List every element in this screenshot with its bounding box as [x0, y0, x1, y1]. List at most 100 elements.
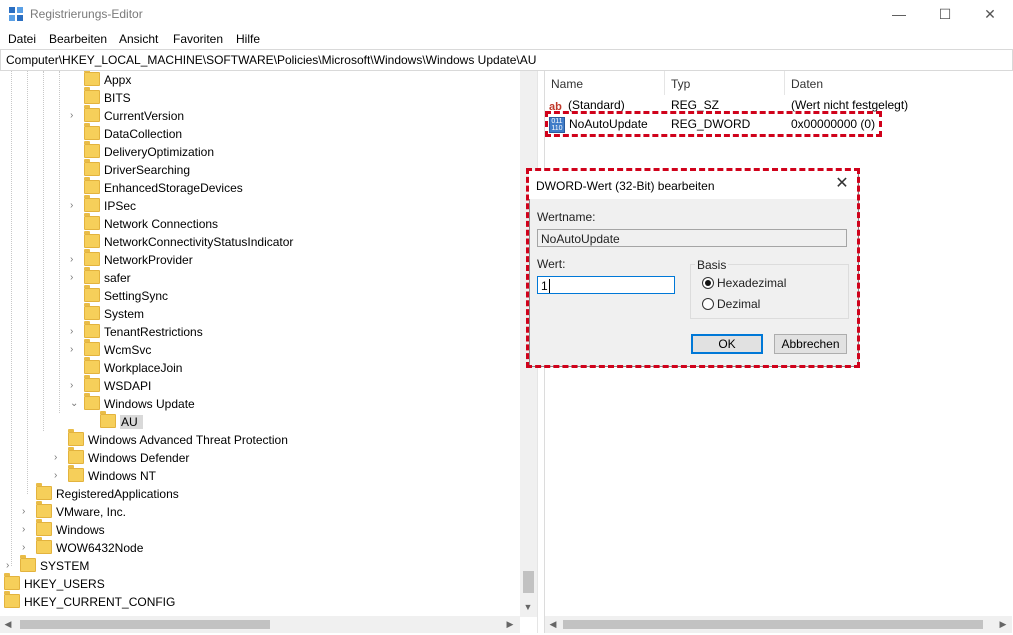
- chevron-right-icon[interactable]: ›: [70, 377, 73, 395]
- folder-icon: [84, 87, 100, 104]
- chevron-right-icon[interactable]: ›: [70, 341, 73, 359]
- tree-item-ipsec[interactable]: › IPSec: [70, 195, 136, 215]
- folder-icon: [84, 321, 100, 338]
- scroll-down-arrow-icon[interactable]: ▼: [520, 599, 536, 615]
- menu-datei[interactable]: Datei: [8, 32, 36, 46]
- menu-hilfe[interactable]: Hilfe: [236, 32, 260, 46]
- column-separator[interactable]: [784, 71, 785, 95]
- tree-guide: [43, 71, 44, 431]
- menu-ansicht[interactable]: Ansicht: [119, 32, 158, 46]
- tree-item-windows-defender[interactable]: › Windows Defender: [54, 447, 189, 467]
- window-title: Registrierungs-Editor: [30, 7, 143, 21]
- folder-icon: [84, 141, 100, 158]
- tree-item-label: NetworkProvider: [104, 253, 193, 267]
- folder-icon: [84, 285, 100, 302]
- tree-item-label: WSDAPI: [104, 379, 152, 393]
- tree-item-label: Windows Update: [104, 397, 195, 411]
- chevron-right-icon[interactable]: ›: [70, 197, 73, 215]
- folder-icon: [84, 159, 100, 176]
- scrollbar-thumb[interactable]: [563, 620, 983, 629]
- value-type: REG_SZ: [671, 98, 720, 112]
- tree-item-label: Windows Advanced Threat Protection: [88, 433, 288, 447]
- scroll-left-arrow-icon[interactable]: ◀: [545, 616, 561, 632]
- column-header-name[interactable]: Name: [551, 77, 583, 91]
- chevron-right-icon[interactable]: ›: [70, 269, 73, 287]
- column-separator[interactable]: [664, 71, 665, 95]
- chevron-right-icon[interactable]: ›: [54, 467, 57, 485]
- tree-item-networkconnectivitystatusindicator[interactable]: NetworkConnectivityStatusIndicator: [70, 231, 294, 251]
- chevron-right-icon[interactable]: ›: [70, 107, 73, 125]
- tree-item-tenantrestrictions[interactable]: › TenantRestrictions: [70, 321, 203, 341]
- tree-item-label: NetworkConnectivityStatusIndicator: [104, 235, 294, 249]
- tree-item-enhancedstoragedevices[interactable]: EnhancedStorageDevices: [70, 177, 243, 197]
- scrollbar-thumb[interactable]: [523, 571, 534, 593]
- folder-icon: [36, 501, 52, 518]
- scroll-right-arrow-icon[interactable]: ▶: [995, 616, 1011, 632]
- folder-icon: [84, 177, 100, 194]
- chevron-right-icon[interactable]: ›: [70, 251, 73, 269]
- chevron-right-icon[interactable]: ›: [70, 323, 73, 341]
- close-window-button[interactable]: ✕: [967, 0, 1013, 28]
- value-data: (Wert nicht festgelegt): [791, 98, 909, 112]
- tree-item-label: DriverSearching: [104, 163, 191, 177]
- folder-icon: [4, 573, 20, 590]
- tree-item-label: Windows: [56, 523, 105, 537]
- tree-item-au[interactable]: AU: [100, 411, 143, 431]
- tree-item-label: TenantRestrictions: [104, 325, 203, 339]
- scrollbar-thumb[interactable]: [20, 620, 270, 629]
- chevron-right-icon[interactable]: ›: [22, 521, 25, 539]
- column-header-type[interactable]: Typ: [671, 77, 690, 91]
- folder-icon: [84, 267, 100, 284]
- tree-item-label: DeliveryOptimization: [104, 145, 215, 159]
- tree-item-windows[interactable]: › Windows: [22, 519, 105, 539]
- chevron-down-icon[interactable]: ⌄: [70, 395, 78, 413]
- tree-item-wow6432node[interactable]: › WOW6432Node: [22, 537, 143, 557]
- maximize-button[interactable]: ☐: [922, 0, 968, 28]
- chevron-right-icon[interactable]: ›: [22, 503, 25, 521]
- tree-item-system[interactable]: System: [70, 303, 144, 323]
- value-name: (Standard): [568, 98, 625, 112]
- folder-icon: [36, 519, 52, 536]
- folder-icon: [84, 393, 100, 410]
- folder-icon: [4, 591, 20, 608]
- tree-item-deliveryoptimization[interactable]: DeliveryOptimization: [70, 141, 215, 161]
- tree-item-windows-advanced-threat-protection[interactable]: Windows Advanced Threat Protection: [54, 429, 288, 449]
- folder-icon: [84, 213, 100, 230]
- tree-item-appx[interactable]: Appx: [70, 71, 131, 89]
- menu-bearbeiten[interactable]: Bearbeiten: [49, 32, 107, 46]
- tree-item-registeredapplications[interactable]: RegisteredApplications: [22, 483, 179, 503]
- tree-item-windows-update[interactable]: ⌄ Windows Update: [70, 393, 195, 413]
- chevron-right-icon[interactable]: ›: [54, 449, 57, 467]
- list-horizontal-scrollbar[interactable]: ◀ ▶: [545, 616, 1012, 633]
- folder-icon: [36, 483, 52, 500]
- tree-item-wcmsvc[interactable]: › WcmSvc: [70, 339, 152, 359]
- tree-item-hkey-users[interactable]: HKEY_USERS: [4, 573, 105, 593]
- menu-favoriten[interactable]: Favoriten: [173, 32, 223, 46]
- tree-item-label: SettingSync: [104, 289, 169, 303]
- column-header-data[interactable]: Daten: [791, 77, 823, 91]
- folder-icon: [68, 465, 84, 482]
- tree-item-label: WcmSvc: [104, 343, 152, 357]
- scroll-left-arrow-icon[interactable]: ◀: [0, 616, 16, 632]
- regedit-app-icon: [8, 6, 24, 22]
- tree-item-network-connections[interactable]: Network Connections: [70, 213, 218, 233]
- tree-item-windows-nt[interactable]: › Windows NT: [54, 465, 156, 485]
- tree-item-bits[interactable]: BITS: [70, 87, 131, 107]
- tree-item-wsdapi[interactable]: › WSDAPI: [70, 375, 152, 395]
- tree-item-hkey-current-config[interactable]: HKEY_CURRENT_CONFIG: [4, 591, 175, 611]
- tree-item-label: SYSTEM: [40, 559, 90, 573]
- registry-tree[interactable]: Appx BITS › CurrentVersion DataCollection…: [0, 71, 538, 633]
- tree-horizontal-scrollbar[interactable]: ◀ ▶: [0, 616, 520, 633]
- tree-guide: [11, 71, 12, 566]
- folder-icon: [84, 303, 100, 320]
- minimize-button[interactable]: —: [876, 0, 922, 28]
- folder-open-icon: [100, 411, 116, 428]
- tree-item-system-hive[interactable]: › SYSTEM: [6, 555, 90, 575]
- tree-item-safer[interactable]: › safer: [70, 267, 131, 287]
- highlight-dialog: [526, 168, 860, 368]
- folder-icon: [68, 447, 84, 464]
- tree-item-label: BITS: [104, 91, 131, 105]
- tree-item-label: VMware, Inc.: [56, 505, 127, 519]
- tree-item-label-selected: AU: [120, 415, 143, 429]
- scroll-right-arrow-icon[interactable]: ▶: [502, 616, 518, 632]
